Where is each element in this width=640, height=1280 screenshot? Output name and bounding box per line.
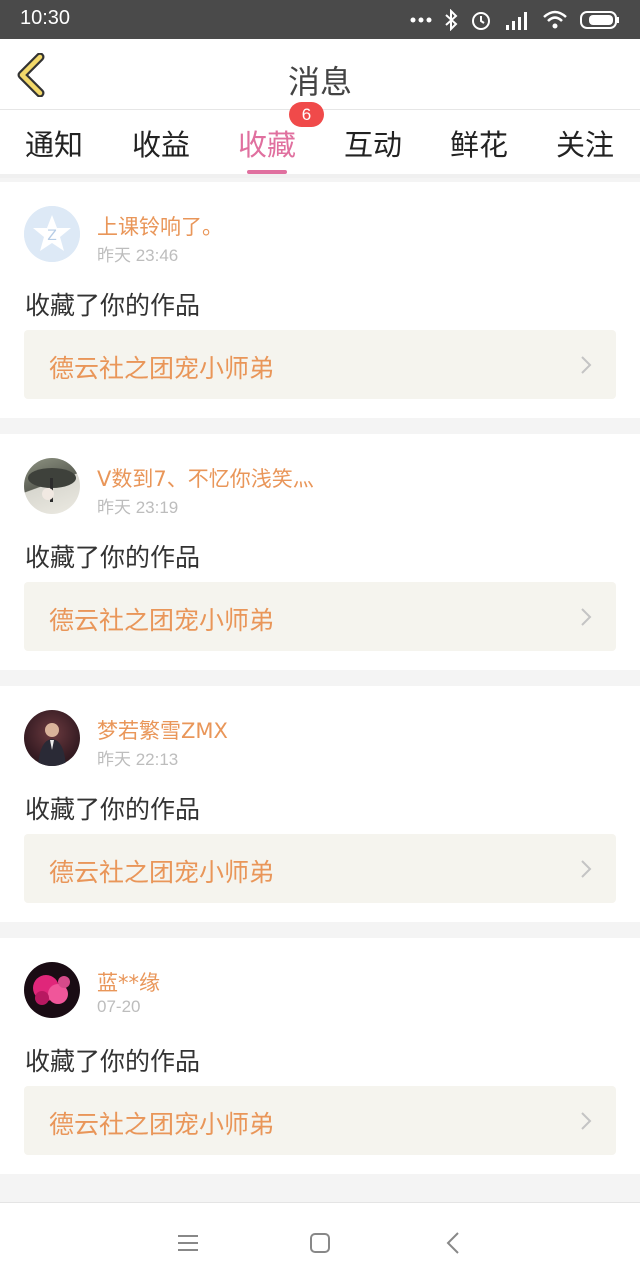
work-link[interactable]: 德云社之团宠小师弟 — [24, 582, 616, 651]
alarm-icon — [472, 12, 490, 30]
work-link[interactable]: 德云社之团宠小师弟 — [24, 834, 616, 903]
menu-button[interactable] — [174, 1229, 202, 1257]
bluetooth-icon — [445, 9, 458, 31]
wifi-icon — [543, 10, 567, 29]
avatar-photo-icon — [28, 468, 76, 502]
message-time: 昨天 22:13 — [97, 750, 179, 769]
tab-follows[interactable]: 关注 — [556, 122, 614, 170]
tab-interactions[interactable]: 互动 — [344, 122, 402, 170]
chevron-right-icon — [581, 356, 592, 374]
avatar[interactable] — [24, 710, 80, 766]
signal-icon — [506, 12, 527, 30]
avatar[interactable] — [24, 962, 80, 1018]
tab-favorites-label: 收藏 — [238, 128, 297, 162]
message-text: 收藏了你的作品 — [25, 291, 201, 320]
battery-icon — [580, 11, 619, 29]
user-name[interactable]: 梦若繁雪ZMX — [97, 715, 228, 745]
user-name[interactable]: 蓝**缘 — [97, 967, 160, 997]
chevron-right-icon — [581, 608, 592, 626]
tab-notifications[interactable]: 通知 — [25, 122, 83, 170]
page-title: 消息 — [287, 63, 352, 101]
message-time: 昨天 23:19 — [97, 498, 179, 517]
work-link[interactable]: 德云社之团宠小师弟 — [24, 330, 616, 399]
message-text: 收藏了你的作品 — [25, 1047, 201, 1076]
message-time: 昨天 23:46 — [97, 246, 179, 265]
message-card: V数到7、不忆你浅笑灬 昨天 23:19 收藏了你的作品 德云社之团宠小师弟 — [0, 434, 640, 670]
work-link[interactable]: 德云社之团宠小师弟 — [24, 1086, 616, 1155]
tab-favorites[interactable]: 收藏 — [238, 122, 297, 174]
user-name[interactable]: 上课铃响了。 — [97, 211, 223, 241]
user-name[interactable]: V数到7、不忆你浅笑灬 — [97, 463, 314, 493]
chevron-right-icon — [581, 1112, 592, 1130]
avatar[interactable]: Z — [24, 206, 80, 262]
tab-flowers[interactable]: 鲜花 — [450, 122, 508, 170]
status-bar: 10:30 — [0, 0, 640, 39]
home-button[interactable] — [306, 1229, 334, 1257]
more-dots-icon — [410, 17, 432, 23]
chevron-right-icon — [581, 860, 592, 878]
tab-earnings[interactable]: 收益 — [132, 122, 190, 170]
avatar-photo-icon — [38, 723, 66, 766]
message-card: 梦若繁雪ZMX 昨天 22:13 收藏了你的作品 德云社之团宠小师弟 — [0, 686, 640, 922]
active-tab-indicator — [247, 170, 288, 174]
header-bar: 消息 — [0, 39, 640, 110]
default-avatar-icon: Z — [24, 206, 80, 262]
status-time: 10:30 — [20, 7, 71, 29]
avatar-photo-icon — [33, 975, 70, 1005]
unread-badge: 6 — [289, 102, 324, 127]
chevron-left-icon — [446, 1232, 459, 1254]
message-card: 蓝**缘 07-20 收藏了你的作品 德云社之团宠小师弟 — [0, 938, 640, 1174]
work-title: 德云社之团宠小师弟 — [49, 1110, 275, 1139]
menu-icon — [178, 1235, 198, 1251]
work-title: 德云社之团宠小师弟 — [49, 858, 275, 887]
avatar[interactable] — [24, 458, 80, 514]
home-square-icon — [310, 1233, 330, 1253]
status-icons — [410, 8, 620, 32]
message-text: 收藏了你的作品 — [25, 543, 201, 572]
work-title: 德云社之团宠小师弟 — [49, 606, 275, 635]
svg-text:Z: Z — [47, 228, 57, 244]
system-back-button[interactable] — [440, 1229, 468, 1257]
message-text: 收藏了你的作品 — [25, 795, 201, 824]
message-time: 07-20 — [97, 997, 141, 1016]
system-nav-bar — [0, 1202, 640, 1280]
work-title: 德云社之团宠小师弟 — [49, 354, 275, 383]
message-card: Z 上课铃响了。 昨天 23:46 收藏了你的作品 德云社之团宠小师弟 — [0, 182, 640, 418]
